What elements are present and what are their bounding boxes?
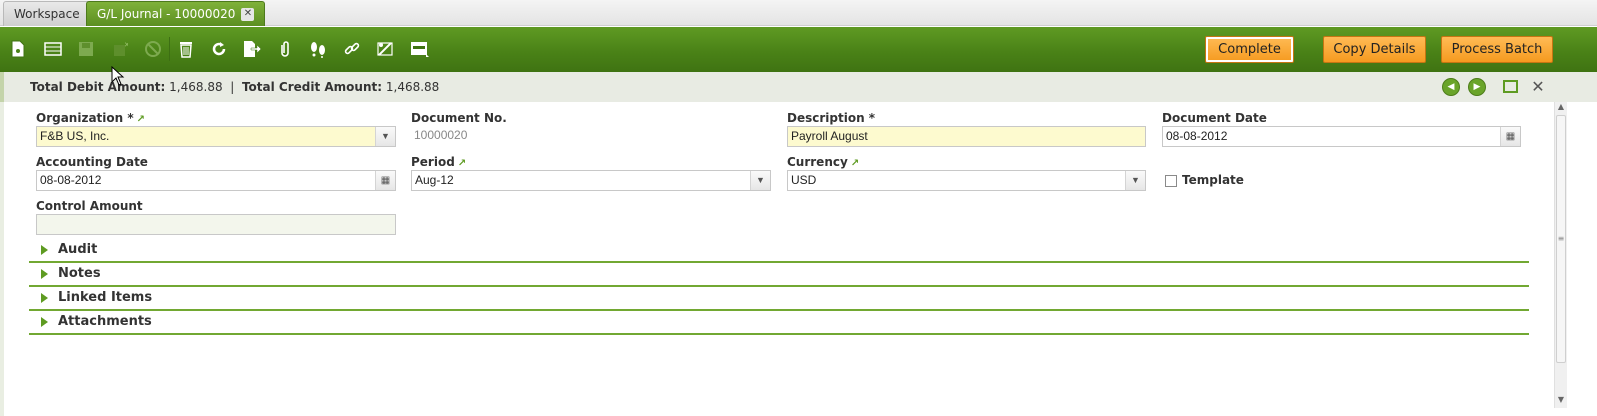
previous-record-icon[interactable]: ◀: [1442, 78, 1460, 96]
section-attachments[interactable]: Attachments: [29, 311, 1529, 335]
layout-icon[interactable]: [407, 37, 431, 61]
currency-select[interactable]: USD ▼: [787, 170, 1146, 191]
section-title: Notes: [58, 266, 101, 281]
mouse-cursor-icon: [111, 66, 125, 86]
accounting-date-field[interactable]: 08-08-2012 ▦: [36, 170, 396, 191]
section-title: Linked Items: [58, 290, 153, 305]
tools-icon[interactable]: [373, 37, 397, 61]
tab-gl-journal[interactable]: G/L Journal - 10000020 ✕: [86, 1, 266, 26]
new-document-icon[interactable]: [6, 37, 30, 61]
grid-view-icon[interactable]: [41, 37, 65, 61]
copy-details-button[interactable]: Copy Details: [1323, 36, 1426, 63]
expand-arrow-icon: [41, 269, 48, 279]
separator: |: [230, 80, 235, 94]
debit-value: 1,468.88: [169, 80, 223, 94]
link-icon[interactable]: [340, 37, 364, 61]
refresh-icon[interactable]: [207, 37, 231, 61]
svg-text:✕: ✕: [124, 41, 128, 49]
tab-label: G/L Journal - 10000020: [97, 7, 236, 21]
organization-value: F&B US, Inc.: [40, 129, 110, 143]
expand-arrow-icon: [41, 245, 48, 255]
currency-value: USD: [791, 173, 817, 187]
tab-bar: Workspace G/L Journal - 10000020 ✕: [0, 0, 1597, 26]
control-amount-field[interactable]: [36, 214, 396, 235]
link-arrow-icon[interactable]: ↗: [458, 158, 466, 169]
close-window-icon[interactable]: ✕: [1529, 78, 1547, 96]
debit-label: Total Debit Amount:: [30, 80, 166, 94]
document-no-label: Document No.: [411, 111, 507, 125]
export-icon[interactable]: [240, 37, 264, 61]
calendar-icon[interactable]: ▦: [375, 171, 395, 190]
description-label: Description *: [787, 111, 876, 125]
control-amount-label: Control Amount: [36, 199, 143, 213]
maximize-icon[interactable]: [1503, 80, 1518, 93]
credit-label: Total Credit Amount:: [241, 80, 383, 94]
document-date-label: Document Date: [1162, 111, 1267, 125]
template-label: Template: [1182, 173, 1244, 187]
credit-value: 1,468.88: [385, 80, 440, 94]
section-title: Attachments: [58, 314, 152, 329]
chevron-down-icon[interactable]: ▼: [375, 127, 395, 146]
next-record-icon[interactable]: ▶: [1468, 78, 1486, 96]
section-linked-items[interactable]: Linked Items: [29, 287, 1529, 311]
accounting-date-label: Accounting Date: [36, 155, 148, 169]
vertical-scrollbar[interactable]: ▲ ≡ ▼: [1554, 102, 1567, 408]
calendar-icon[interactable]: ▦: [1500, 127, 1520, 146]
status-bar: Total Debit Amount: 1,468.88 | Total Cre…: [0, 72, 1597, 102]
description-field[interactable]: Payroll August: [787, 126, 1146, 147]
expand-arrow-icon: [41, 317, 48, 327]
document-date-value: 08-08-2012: [1166, 129, 1228, 143]
totals-summary: Total Debit Amount: 1,468.88 | Total Cre…: [30, 80, 439, 94]
complete-button[interactable]: Complete: [1205, 36, 1294, 63]
scroll-down-icon[interactable]: ▼: [1555, 395, 1567, 407]
period-value: Aug-12: [415, 173, 454, 187]
chevron-down-icon[interactable]: ▼: [1125, 171, 1145, 190]
chevron-down-icon[interactable]: ▼: [750, 171, 770, 190]
section-title: Audit: [58, 242, 98, 257]
template-checkbox[interactable]: [1165, 175, 1177, 187]
undo-icon[interactable]: ✕: [108, 37, 132, 61]
currency-label: Currency ↗: [787, 155, 860, 169]
period-select[interactable]: Aug-12 ▼: [411, 170, 771, 191]
delete-icon[interactable]: [174, 37, 198, 61]
document-date-field[interactable]: 08-08-2012 ▦: [1162, 126, 1521, 147]
link-arrow-icon[interactable]: ↗: [851, 158, 859, 169]
close-tab-icon[interactable]: ✕: [241, 8, 255, 21]
process-batch-button[interactable]: Process Batch: [1441, 36, 1553, 63]
toolbar: ✕ Complete Copy Details Process Batch: [0, 27, 1597, 72]
section-notes[interactable]: Notes: [29, 263, 1529, 287]
cancel-icon[interactable]: [141, 37, 165, 61]
period-label: Period ↗: [411, 155, 467, 169]
tab-label: Workspace: [14, 7, 80, 21]
document-no-field: 10000020: [414, 128, 468, 142]
organization-select[interactable]: F&B US, Inc. ▼: [36, 126, 396, 147]
scroll-thumb[interactable]: ≡: [1556, 115, 1566, 363]
expand-arrow-icon: [41, 293, 48, 303]
save-icon[interactable]: [74, 37, 98, 61]
tab-workspace[interactable]: Workspace: [3, 1, 91, 26]
attachment-icon[interactable]: [273, 37, 297, 61]
audit-trail-icon[interactable]: [306, 37, 330, 61]
scroll-up-icon[interactable]: ▲: [1555, 102, 1567, 114]
link-arrow-icon[interactable]: ↗: [137, 114, 145, 125]
organization-label: Organization * ↗: [36, 111, 146, 125]
section-audit[interactable]: Audit: [29, 239, 1529, 263]
accounting-date-value: 08-08-2012: [40, 173, 102, 187]
